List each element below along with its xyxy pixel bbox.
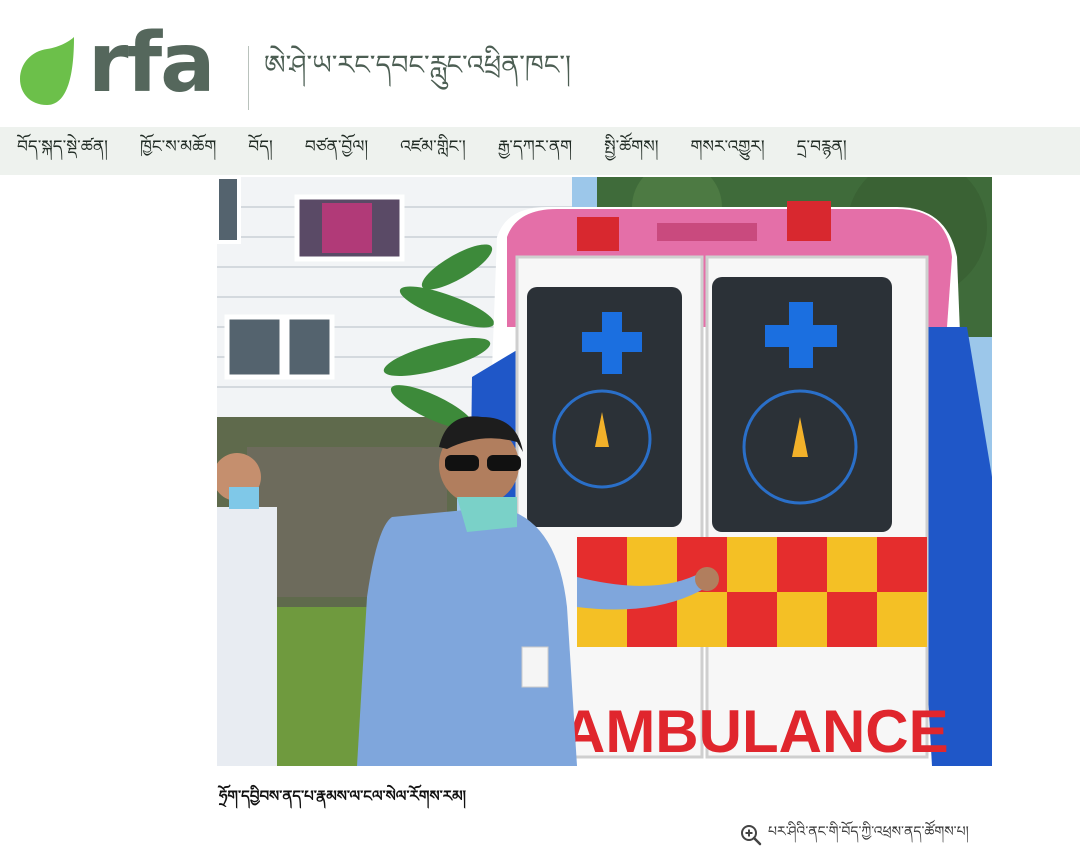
nav-item-china[interactable]: རྒྱ་དཀར་ནག	[498, 127, 572, 175]
nav-item-society[interactable]: སྤྱི་ཚོགས།	[604, 127, 658, 175]
enlarge-photo-link[interactable]: པར་ཤིའི་ནང་གི་བོད་ཀྱི་འཕྲས་ནད་ཚོགས་པ།	[740, 815, 969, 855]
nav-item-exile[interactable]: བཙན་བྱོལ།	[305, 127, 368, 175]
logo-leaf-icon	[20, 36, 74, 105]
zoom-label: པར་ཤིའི་ནང་གི་བོད་ཀྱི་འཕྲས་ནད་ཚོགས་པ།	[768, 824, 969, 840]
nav-item-world[interactable]: འཛམ་གླིང་།	[400, 127, 466, 175]
service-title: ཨེ་ཤེ་ཡ་རང་དབང་རླུང་འཕྲིན་ཁང་།	[264, 50, 572, 81]
nav-item-holiness[interactable]: ཁྱོང་ས་མཆོག	[140, 127, 216, 175]
logo-text: rfa	[88, 15, 215, 111]
main-nav: བོད་སྐད་སྡེ་ཚན། ཁྱོང་ས་མཆོག བོད། བཙན་བྱོ…	[0, 127, 1080, 175]
site-header: rfa ཨེ་ཤེ་ཡ་རང་དབང་རླུང་འཕྲིན་ཁང་།	[0, 0, 1080, 127]
nav-item-news[interactable]: གསར་འགྱུར།	[691, 127, 765, 175]
nav-item-video[interactable]: དྲ་བརྙན།	[797, 127, 847, 175]
nav-item-tibetan-service[interactable]: བོད་སྐད་སྡེ་ཚན།	[17, 127, 108, 175]
article-photo[interactable]: AMBULANCE	[217, 177, 992, 766]
zoom-in-icon	[741, 825, 762, 846]
nav-item-tibet[interactable]: བོད།	[248, 127, 273, 175]
ambulance-photo: AMBULANCE	[217, 177, 992, 766]
rfa-logo[interactable]: rfa	[20, 15, 215, 113]
photo-caption: ཧྲོག་དབྱིབས་ནད་པ་རྣམས་ལ་ངལ་སེལ་རོགས་རམ།	[219, 787, 466, 805]
ambulance-label: AMBULANCE	[562, 698, 949, 765]
logo-divider	[248, 46, 249, 110]
